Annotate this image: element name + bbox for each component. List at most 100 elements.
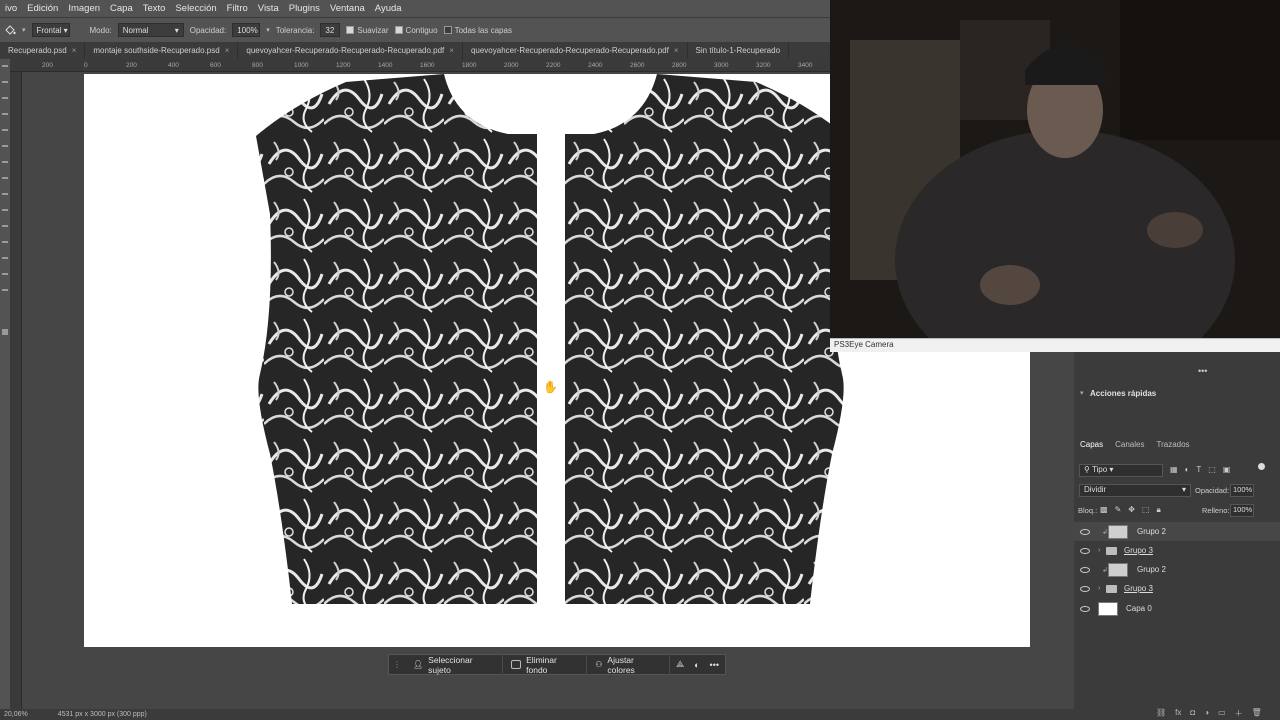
checkbox-checked-icon [394, 26, 403, 35]
quick-actions-header: Acciones rápidas [1090, 389, 1157, 398]
lock-icons: ▩ ✎ ✥ ⬚ 🔒︎ [1100, 505, 1161, 515]
shape-filter-icon[interactable]: ⬚ [1208, 465, 1216, 474]
close-icon[interactable]: × [225, 46, 230, 55]
mode-label: Modo: [89, 25, 112, 35]
chevron-down-icon[interactable]: ▾ [266, 26, 270, 34]
close-icon[interactable]: × [72, 46, 77, 55]
sample-mode-select[interactable]: Frontal ▾ [31, 23, 70, 37]
layer-actions: ⛓ fx ◘ ◑ ▭ ＋ 🗑︎ [1156, 708, 1262, 719]
layer-row[interactable]: › Grupo 3 [1074, 579, 1280, 598]
status-bar: 20,06% 4531 px x 3000 px (300 ppp) [0, 709, 1074, 720]
menu-item-filter[interactable]: Filtro [222, 3, 253, 14]
smart-object-filter-icon[interactable]: ▣ [1223, 465, 1231, 474]
menu-item-edit[interactable]: Edición [22, 3, 63, 14]
visibility-eye-icon[interactable] [1080, 566, 1090, 573]
folder-icon [1106, 584, 1117, 593]
transform-icon[interactable]: ⟁ [670, 659, 690, 670]
lock-icon[interactable]: 🔒︎ [1157, 505, 1161, 515]
layer-row[interactable]: Capa 0 [1074, 599, 1280, 618]
menu-item-layer[interactable]: Capa [105, 3, 138, 14]
select-subject-button[interactable]: 👤︎ Seleccionar sujeto [405, 654, 504, 675]
person-icon: 👤︎ [413, 660, 424, 669]
document-tabs: Recuperado.psd × montaje southside-Recupe… [0, 42, 830, 59]
menu-item-plugins[interactable]: Plugins [284, 3, 325, 14]
adjustment-filter-icon[interactable]: ◐ [1185, 465, 1190, 474]
lock-label: Bloq.: [1078, 506, 1098, 515]
blend-mode-select[interactable]: Dividir ▾ [1079, 484, 1191, 497]
mask-icon[interactable]: ◐ [690, 660, 703, 670]
layer-row[interactable]: ↲ Grupo 2 [1074, 560, 1280, 579]
contiguous-checkbox[interactable]: Contiguo [394, 26, 438, 35]
visibility-eye-icon[interactable] [1080, 528, 1090, 535]
tab-document[interactable]: montaje southside-Recuperado.psd × [85, 42, 239, 59]
link-icon[interactable]: ⛓ [1156, 708, 1166, 719]
mask-icon[interactable]: ◘ [1190, 708, 1195, 719]
all-layers-checkbox[interactable]: Todas las capas [443, 26, 512, 35]
layer-row[interactable]: ↲ Grupo 2 [1074, 522, 1280, 541]
menu-item-file[interactable]: ivo [0, 3, 22, 14]
chevron-right-icon[interactable]: › [1098, 585, 1100, 592]
tab-channels[interactable]: Canales [1115, 440, 1144, 449]
adjust-colors-button[interactable]: ⚇ Ajustar colores [587, 654, 671, 675]
layer-name: Grupo 2 [1137, 527, 1166, 536]
clip-arrow-icon: ↲ [1102, 566, 1108, 574]
mode-select[interactable]: Normal ▾ [117, 23, 184, 37]
contextual-task-bar: ⋮ 👤︎ Seleccionar sujeto Eliminar fondo ⚇… [388, 654, 726, 675]
menu-item-select[interactable]: Selección [170, 3, 221, 14]
tab-document[interactable]: Recuperado.psd × [0, 42, 86, 59]
layer-filter-select[interactable]: ⚲ Tipo ▾ [1079, 464, 1163, 477]
lock-transparency-icon[interactable]: ▩ [1100, 505, 1108, 515]
paint-bucket-tool-icon[interactable] [4, 24, 16, 36]
opacity-label: Opacidad: [189, 25, 227, 35]
tab-document[interactable]: quevoyahcer-Recuperado-Recuperado-Recupe… [238, 42, 463, 59]
layer-row[interactable]: › Grupo 3 [1074, 541, 1280, 560]
visibility-eye-icon[interactable] [1080, 605, 1090, 612]
lock-artboard-icon[interactable]: ⬚ [1142, 505, 1150, 515]
new-layer-icon[interactable]: ＋ [1235, 708, 1243, 719]
image-filter-icon[interactable]: ▦ [1170, 465, 1178, 474]
tolerance-field[interactable]: 32 [320, 23, 341, 37]
layer-name: Grupo 3 [1124, 546, 1153, 555]
smooth-checkbox[interactable]: Suavizar [346, 26, 389, 35]
menu-item-view[interactable]: Vista [253, 3, 284, 14]
zoom-level[interactable]: 20,06% [4, 711, 28, 718]
type-filter-icon[interactable]: T [1196, 465, 1201, 474]
webcam-caption-bar: PS3Eye Camera [830, 338, 1280, 352]
visibility-eye-icon[interactable] [1080, 547, 1090, 554]
tools-icons[interactable] [0, 59, 10, 709]
menu-item-image[interactable]: Imagen [63, 3, 105, 14]
chevron-right-icon[interactable]: › [1098, 547, 1100, 554]
drag-handle-icon[interactable]: ⋮ [389, 660, 405, 669]
tab-layers[interactable]: Capas [1080, 440, 1103, 449]
trash-icon[interactable]: 🗑︎ [1252, 708, 1262, 719]
menu-item-help[interactable]: Ayuda [370, 3, 407, 14]
clip-arrow-icon: ↲ [1102, 528, 1108, 536]
webcam-image [830, 0, 1280, 338]
chevron-down-icon[interactable]: ▾ [1080, 389, 1084, 397]
fx-icon[interactable]: fx [1175, 708, 1181, 719]
options-bar: ▾ Frontal ▾ Modo: Normal ▾ Opacidad: 100%… [0, 17, 830, 42]
tab-document[interactable]: Sin título-1-Recuperado [688, 42, 790, 59]
more-options-icon[interactable]: ••• [1198, 366, 1207, 376]
folder-icon[interactable]: ▭ [1218, 708, 1226, 719]
layer-opacity-field[interactable]: 100% [1230, 484, 1254, 497]
chevron-down-icon[interactable]: ▾ [22, 26, 26, 34]
menu-item-window[interactable]: Ventana [325, 3, 370, 14]
remove-background-button[interactable]: Eliminar fondo [503, 654, 588, 675]
layer-fill-field[interactable]: 100% [1230, 504, 1254, 517]
menu-item-type[interactable]: Texto [138, 3, 171, 14]
filter-toggle-icon[interactable] [1258, 463, 1265, 470]
more-options-icon[interactable]: ••• [704, 660, 725, 670]
lock-position-icon[interactable]: ✥ [1128, 505, 1135, 515]
opacity-field[interactable]: 100% [232, 23, 261, 37]
lock-paint-icon[interactable]: ✎ [1115, 505, 1122, 515]
adjustment-icon[interactable]: ◑ [1204, 708, 1209, 719]
horizontal-ruler: 200 0 200 400 600 800 1000 1200 1400 160… [10, 59, 830, 72]
close-icon[interactable]: × [674, 46, 679, 55]
close-icon[interactable]: × [449, 46, 454, 55]
layer-filter-icons: ▦ ◐ T ⬚ ▣ [1170, 465, 1230, 474]
layer-name: Grupo 3 [1124, 584, 1153, 593]
tab-paths[interactable]: Trazados [1156, 440, 1189, 449]
visibility-eye-icon[interactable] [1080, 585, 1090, 592]
tab-document[interactable]: quevoyahcer-Recuperado-Recuperado-Recupe… [463, 42, 688, 59]
